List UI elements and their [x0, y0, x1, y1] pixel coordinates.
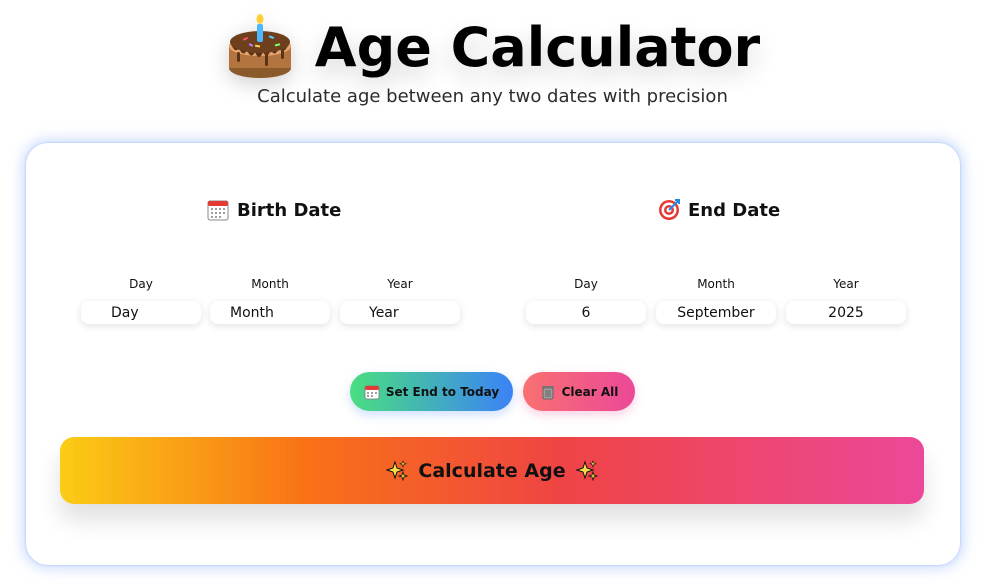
- birth-year-label: Year: [387, 277, 413, 291]
- birth-day-label: Day: [129, 277, 153, 291]
- title-row: Age Calculator: [0, 8, 985, 88]
- birth-date-heading: Birth Date: [207, 199, 341, 221]
- set-end-to-today-button[interactable]: Set End to Today: [350, 372, 513, 411]
- birth-year-input[interactable]: Year: [340, 301, 460, 324]
- birth-date-title: Birth Date: [237, 199, 342, 221]
- sparkles-icon: [385, 459, 409, 482]
- page-title: Age Calculator: [314, 16, 761, 79]
- birth-day-input[interactable]: Day: [81, 301, 201, 324]
- end-month-label: Month: [697, 277, 735, 291]
- end-day-label: Day: [574, 277, 598, 291]
- cake-icon: [225, 12, 295, 84]
- set-end-to-today-label: Set End to Today: [385, 384, 500, 399]
- trash-icon: [540, 384, 556, 400]
- sparkles-icon: [575, 459, 598, 482]
- birth-month-label: Month: [251, 277, 289, 291]
- page-subtitle: Calculate age between any two dates with…: [257, 86, 728, 107]
- calculate-age-button[interactable]: Calculate Age: [60, 437, 924, 504]
- clear-all-button[interactable]: Clear All: [523, 372, 635, 411]
- end-date-title: End Date: [688, 199, 781, 221]
- calculate-age-label: Calculate Age: [418, 459, 566, 482]
- end-day-input[interactable]: 6: [526, 301, 646, 324]
- end-date-heading: End Date: [658, 199, 780, 221]
- calculator-card: Birth Date Day Month Year Day Month Year…: [26, 143, 960, 565]
- end-year-input[interactable]: 2025: [786, 301, 906, 324]
- target-icon: [658, 199, 680, 221]
- calendar-icon: [207, 199, 229, 221]
- birth-month-input[interactable]: Month: [210, 301, 330, 324]
- end-year-label: Year: [833, 277, 859, 291]
- page-header: Age Calculator Calculate age between any…: [0, 0, 985, 120]
- clear-all-label: Clear All: [561, 384, 619, 399]
- calendar-icon: [364, 384, 380, 400]
- end-month-input[interactable]: September: [656, 301, 776, 324]
